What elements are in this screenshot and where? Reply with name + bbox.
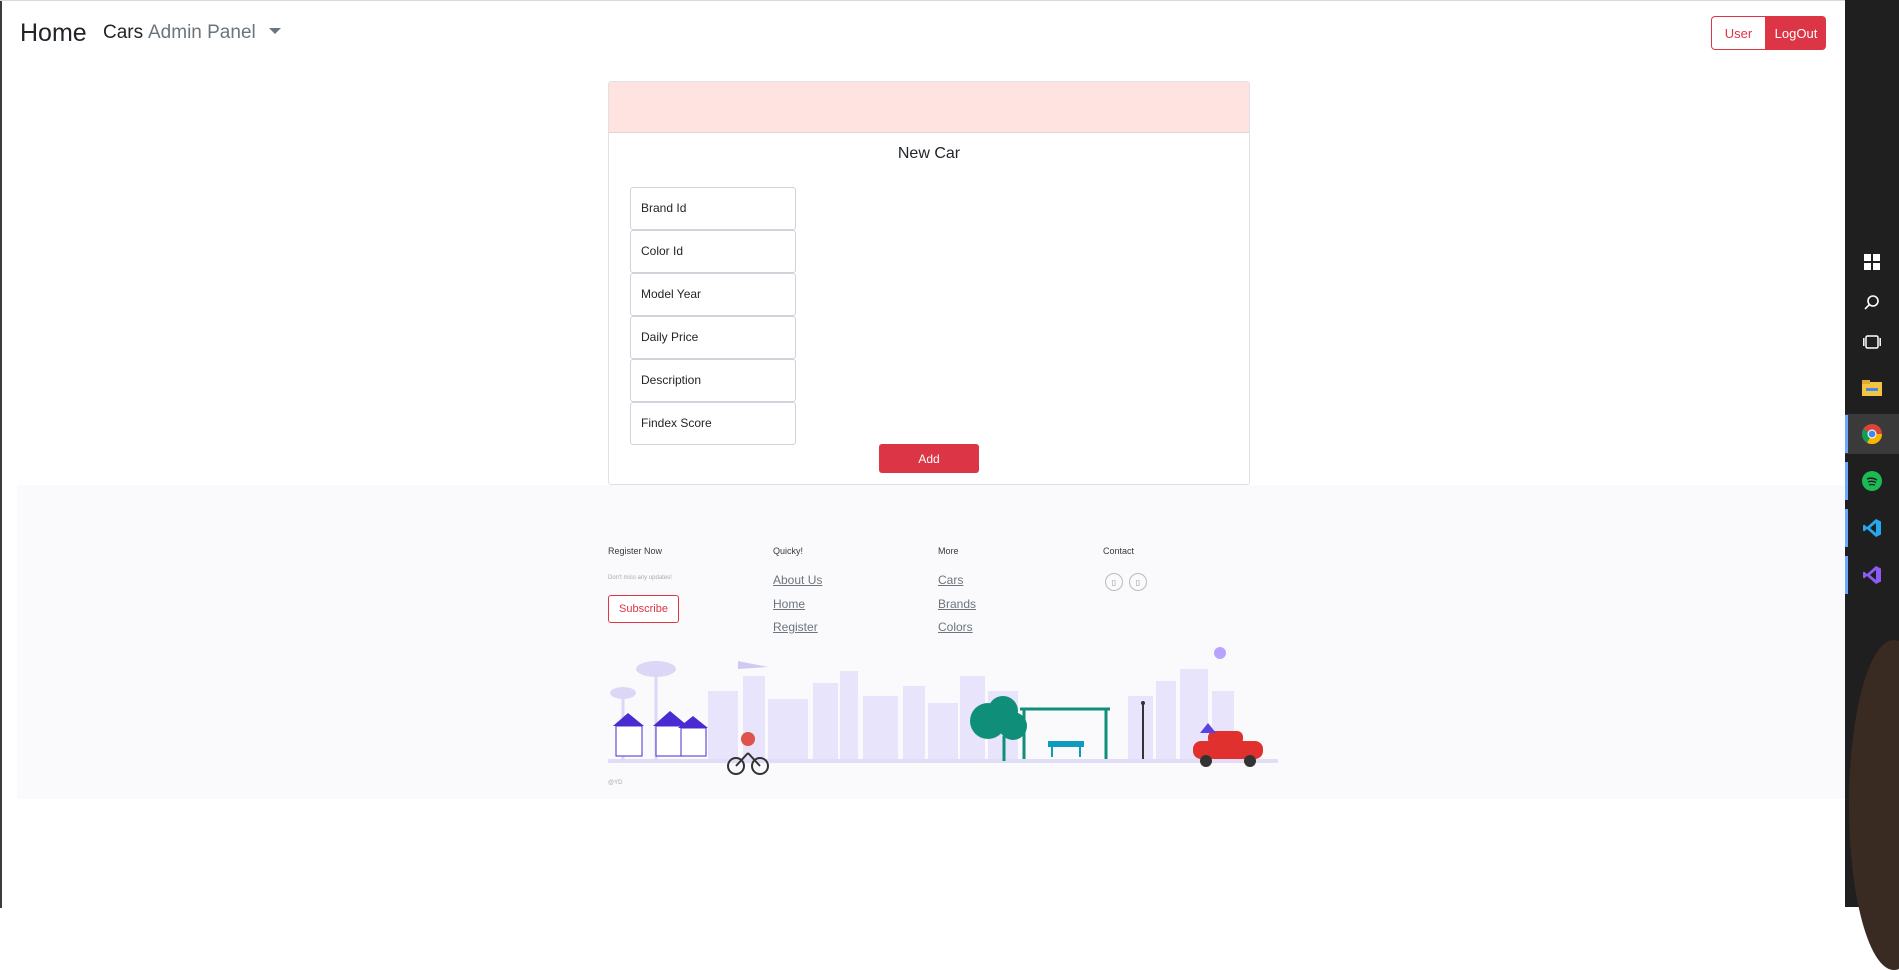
social-icon-1[interactable]: ▯ [1105, 573, 1123, 591]
color-id-input[interactable]: Color Id [630, 230, 796, 273]
daily-price-input[interactable]: Daily Price [630, 316, 796, 359]
findex-score-input[interactable]: Findex Score [630, 402, 796, 445]
chevron-down-icon [269, 27, 282, 34]
city-illustration [608, 647, 1278, 775]
footer-link-cars[interactable]: Cars [938, 573, 963, 587]
footer-copyright: @YD [608, 780, 623, 786]
footer-more-title: More [938, 546, 959, 556]
card-title: New Car [897, 145, 961, 162]
file-explorer-icon[interactable] [1845, 368, 1899, 408]
task-view-icon[interactable] [1845, 322, 1899, 362]
navbar: Home Cars Admin Panel User LogOut [0, 1, 1845, 67]
browser-page: Home Cars Admin Panel User LogOut New Ca… [0, 0, 1845, 908]
vscode-icon[interactable] [1845, 508, 1899, 548]
model-year-input[interactable]: Model Year [630, 273, 796, 316]
logout-button[interactable]: LogOut [1766, 16, 1826, 50]
footer-link-register[interactable]: Register [773, 620, 818, 634]
add-button[interactable]: Add [879, 444, 979, 473]
new-car-card: New Car Brand Id Color Id Model Year Dai… [608, 81, 1250, 485]
footer-register-text: Don't miss any updates! [608, 575, 672, 581]
subscribe-button[interactable]: Subscribe [608, 595, 679, 623]
user-button[interactable]: User [1711, 16, 1766, 50]
description-input[interactable]: Description [630, 359, 796, 402]
spotify-icon[interactable] [1845, 461, 1899, 501]
footer-register-title: Register Now [608, 546, 663, 556]
social-icon-2[interactable]: ▯ [1129, 573, 1147, 591]
footer-quick-title: Quicky! [773, 546, 804, 556]
brand-id-input[interactable]: Brand Id [630, 187, 796, 230]
card-header [609, 82, 1249, 133]
windows-taskbar [1845, 0, 1899, 970]
footer-contact-title: Contact [1103, 546, 1135, 556]
footer-link-home[interactable]: Home [773, 597, 805, 611]
chrome-icon[interactable] [1845, 414, 1899, 454]
nav-admin-label: Admin Panel [148, 22, 256, 43]
windows-start-icon[interactable] [1845, 242, 1899, 282]
navbar-brand-home[interactable]: Home [20, 19, 87, 48]
footer-link-colors[interactable]: Colors [938, 620, 973, 634]
footer-link-about-us[interactable]: About Us [773, 573, 822, 587]
footer-link-brands[interactable]: Brands [938, 597, 976, 611]
nav-link-cars[interactable]: Cars [103, 22, 143, 44]
search-icon[interactable] [1845, 282, 1899, 322]
desktop-wallpaper [1849, 640, 1899, 970]
visual-studio-icon[interactable] [1845, 555, 1899, 595]
nav-dropdown-admin-panel[interactable]: Admin Panel [148, 22, 282, 44]
window-edge [0, 1, 2, 908]
